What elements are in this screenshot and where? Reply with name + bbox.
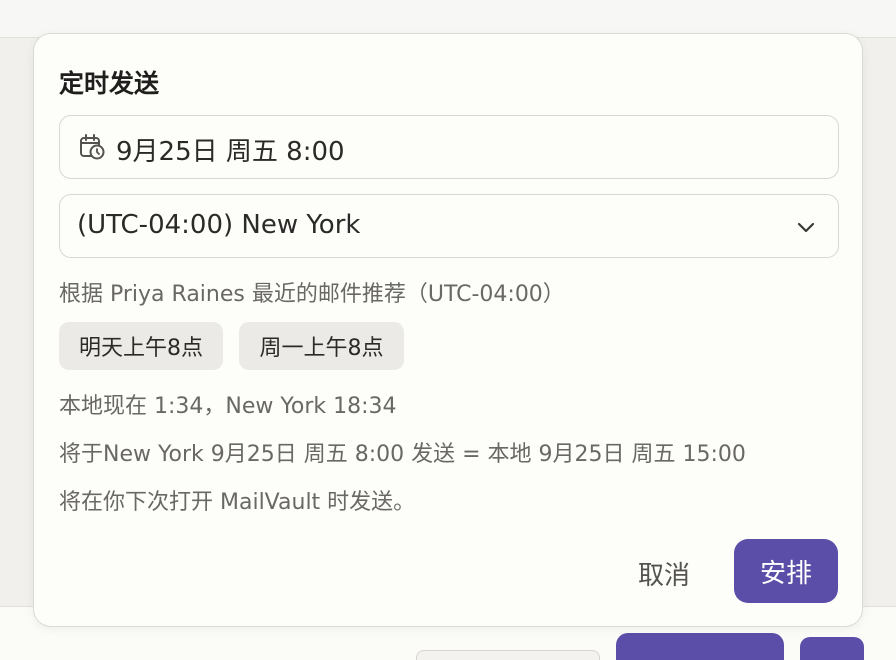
date-time-value: 9月25日 周五 8:00 xyxy=(116,137,345,167)
schedule-button[interactable]: 安排 xyxy=(734,539,838,603)
timezone-value: (UTC-04:00) New York xyxy=(77,210,361,240)
dialog-title: 定时发送 xyxy=(59,69,160,98)
footer-select-partial[interactable] xyxy=(416,650,600,660)
timezone-recommendation: 根据 Priya Raines 最近的邮件推荐（UTC-04:00） xyxy=(59,282,565,307)
local-time-now: 本地现在 1:34，New York 18:34 xyxy=(59,394,397,419)
calendar-clock-icon xyxy=(80,134,105,160)
footer-more-button-partial[interactable] xyxy=(800,637,864,660)
timezone-select[interactable]: (UTC-04:00) New York xyxy=(59,194,839,258)
time-conversion: 将于New York 9月25日 周五 8:00 发送 = 本地 9月25日 周… xyxy=(59,442,746,467)
cancel-button[interactable]: 取消 xyxy=(624,541,704,605)
quick-option-monday-8am[interactable]: 周一上午8点 xyxy=(239,322,404,370)
date-time-field[interactable]: 9月25日 周五 8:00 xyxy=(59,115,839,179)
chevron-down-icon xyxy=(797,222,815,233)
quick-option-tomorrow-8am[interactable]: 明天上午8点 xyxy=(59,322,223,370)
send-note: 将在你下次打开 MailVault 时发送。 xyxy=(59,490,416,515)
footer-send-button-partial[interactable] xyxy=(616,633,784,660)
schedule-send-dialog: 定时发送 9月25日 周五 8:00 (UTC-04:00) New York … xyxy=(33,33,863,627)
